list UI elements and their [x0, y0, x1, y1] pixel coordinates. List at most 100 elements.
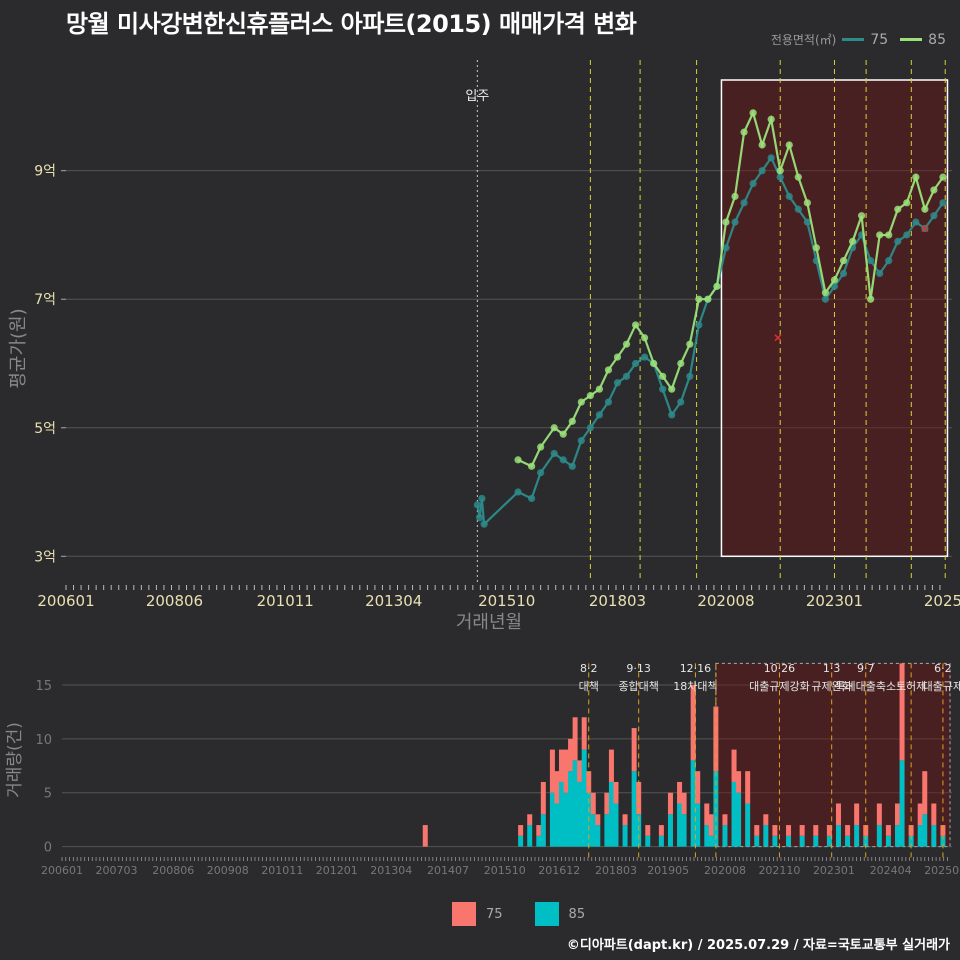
volume-chart: 0 5 10 15 거래량(건) 8·2 대책 9·13 종합대책 12·16 18차대책 10·26… — [5, 662, 960, 877]
bar-85 — [677, 803, 683, 847]
bar-75 — [658, 825, 664, 836]
vol-event-date: 9·7 — [857, 662, 875, 675]
bar-85 — [613, 803, 619, 847]
vol-x-tick-label: 202301 — [813, 864, 855, 877]
bar-75 — [595, 814, 601, 826]
bar-75 — [736, 771, 742, 793]
bar-75 — [885, 825, 891, 836]
bar-75 — [558, 749, 564, 782]
bar-85 — [554, 803, 560, 847]
vol-event-text: 대책 — [579, 680, 599, 693]
bar-85 — [604, 814, 610, 847]
vol-x-tick-label: 200806 — [152, 864, 194, 877]
vol-event-date: 10·26 — [764, 662, 796, 675]
bar-85 — [577, 781, 583, 847]
bar-75 — [422, 825, 428, 847]
bar-85 — [590, 814, 596, 847]
bar-75 — [722, 814, 728, 826]
bar-75 — [604, 792, 610, 815]
bar-85 — [813, 835, 819, 847]
legend-box-75 — [452, 902, 476, 926]
bar-85 — [536, 835, 542, 847]
bar-75 — [613, 781, 619, 804]
bar-85 — [931, 825, 937, 847]
bar-85 — [835, 825, 841, 847]
bar-85 — [722, 825, 728, 847]
bar-75 — [681, 792, 687, 815]
bar-85 — [754, 835, 760, 847]
legend-bottom-75: 75 — [486, 906, 503, 922]
vol-y-tick-label: 0 — [44, 841, 52, 856]
bar-75 — [763, 814, 769, 826]
bar-85 — [745, 803, 751, 847]
vol-x-tick-label: 201510 — [484, 864, 526, 877]
bar-75 — [572, 717, 578, 761]
bar-75 — [826, 825, 832, 836]
vol-x-tick-label: 201407 — [427, 864, 469, 877]
bar-85 — [608, 781, 614, 847]
bar-85 — [595, 825, 601, 847]
bar-85 — [854, 825, 860, 847]
bar-75 — [835, 803, 841, 826]
bar-85 — [799, 835, 805, 847]
bar-75 — [540, 781, 546, 815]
vol-x-tick-label: 201011 — [261, 864, 303, 877]
legend-box-85 — [534, 902, 559, 926]
bar-75 — [527, 814, 533, 826]
bar-75 — [695, 771, 701, 804]
bar-85 — [667, 814, 673, 847]
bar-85 — [786, 835, 792, 847]
bar-75 — [554, 771, 560, 804]
bar-85 — [572, 760, 578, 847]
bar-85 — [681, 814, 687, 847]
bar-85 — [895, 825, 901, 847]
vol-y-tick-label: 5 — [44, 787, 52, 802]
bar-75 — [745, 771, 751, 804]
bar-85 — [563, 792, 569, 847]
vol-event-date: 9·13 — [626, 662, 651, 675]
bar-75 — [922, 771, 928, 815]
vol-x-tick-label: 201201 — [316, 864, 358, 877]
bar-85 — [540, 814, 546, 847]
bar-75 — [622, 814, 628, 826]
bar-75 — [690, 684, 696, 761]
bar-75 — [581, 717, 587, 750]
bar-75 — [549, 749, 555, 793]
bar-85 — [736, 792, 742, 847]
bar-85 — [558, 781, 564, 847]
bar-75 — [786, 825, 792, 836]
bar-85 — [922, 814, 928, 847]
bar-75 — [677, 781, 683, 804]
bar-75 — [590, 792, 596, 815]
vol-x-tick-label: 200601 — [41, 864, 83, 877]
bar-85 — [772, 835, 778, 847]
vol-x-tick-label: 201612 — [538, 864, 580, 877]
vol-event-text: 대출규제강화 — [749, 680, 810, 693]
bar-85 — [885, 835, 891, 847]
bar-85 — [581, 749, 587, 847]
vol-x-tick-label: 202507 — [924, 864, 960, 877]
bar-75 — [608, 749, 614, 782]
bar-75 — [536, 825, 542, 836]
bar-85 — [899, 760, 905, 847]
vol-event-text: 특례대출축소 — [835, 680, 896, 693]
bar-85 — [631, 771, 637, 847]
bar-85 — [876, 825, 882, 847]
bar-75 — [772, 825, 778, 836]
bar-85 — [704, 825, 710, 847]
vol-x-tick-label: 202404 — [870, 864, 912, 877]
vol-y-tick-label: 10 — [35, 733, 52, 748]
bar-75 — [813, 825, 819, 836]
bar-75 — [631, 728, 637, 772]
bar-75 — [799, 825, 805, 836]
bar-85 — [763, 825, 769, 847]
vol-x-tick-label: 200908 — [207, 864, 249, 877]
bar-85 — [518, 835, 524, 847]
vol-event-text: 18차대책 — [673, 680, 717, 693]
bar-75 — [518, 825, 524, 836]
bar-85 — [695, 803, 701, 847]
vol-y-tick-label: 15 — [35, 679, 52, 694]
vol-event-text: 종합대책 — [618, 680, 658, 693]
bar-85 — [690, 760, 696, 847]
vol-x-tick-label: 201304 — [370, 864, 412, 877]
